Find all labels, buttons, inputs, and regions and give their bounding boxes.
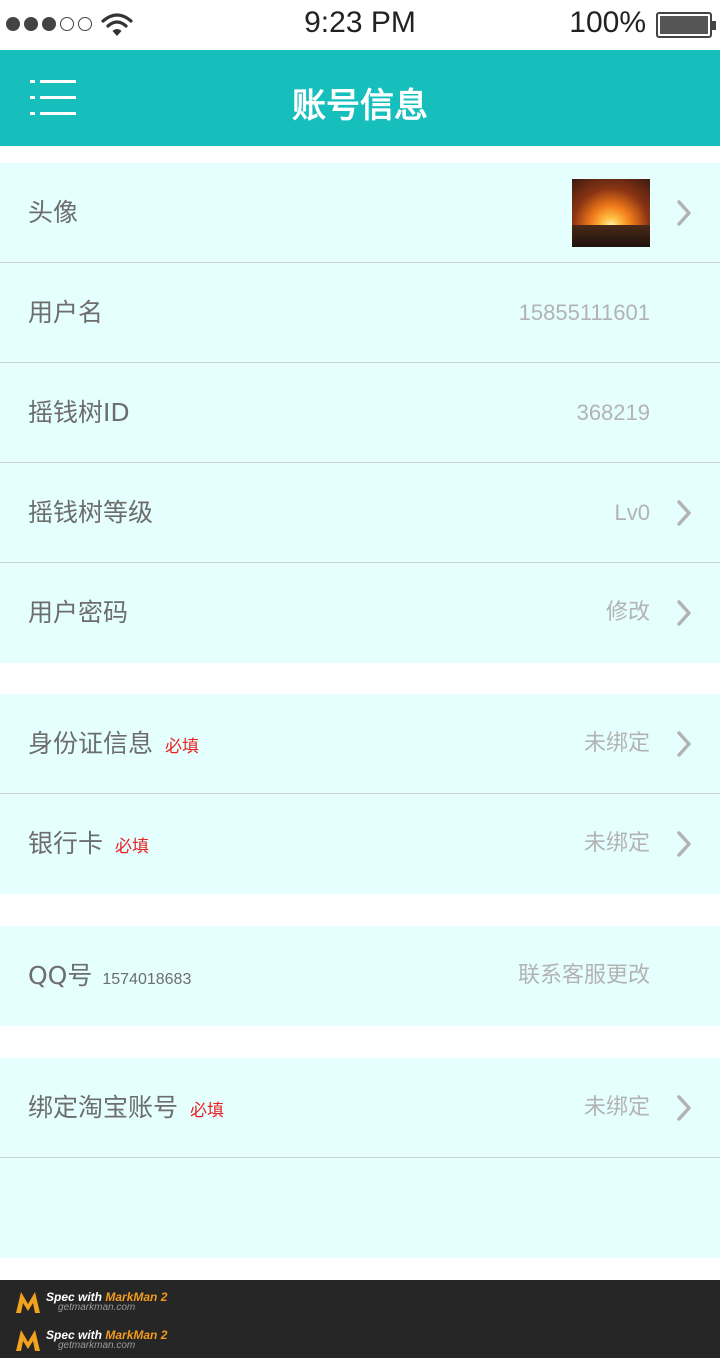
page-title: 账号信息 [292, 86, 428, 126]
markman-logo-icon [16, 1292, 40, 1313]
avatar [572, 179, 650, 247]
tree-id-value: 368219 [576, 400, 650, 425]
qq-number: 1574018683 [102, 971, 192, 988]
markman-footer: Spec with MarkMan 2 getmarkman.com Spec … [0, 1280, 720, 1358]
tree-level-label: 摇钱树等级 [28, 498, 154, 527]
battery-icon [656, 12, 716, 38]
tree-id-label: 摇钱树ID [28, 398, 130, 427]
required-tag: 必填 [190, 1101, 225, 1121]
verification-section: 身份证信息 必填 未绑定 银行卡 必填 未绑定 [0, 694, 720, 894]
taobao-section: 绑定淘宝账号 必填 未绑定 [0, 1058, 720, 1258]
nav-header: 账号信息 [0, 50, 720, 146]
qq-label: QQ号 1574018683 [28, 961, 192, 990]
chevron-right-icon [677, 500, 691, 526]
markman-credit: Spec with MarkMan 2 getmarkman.com [14, 1288, 167, 1316]
id-info-row[interactable]: 身份证信息 必填 未绑定 [0, 694, 720, 794]
password-action: 修改 [605, 600, 650, 625]
required-tag: 必填 [115, 837, 150, 857]
avatar-row[interactable]: 头像 [0, 163, 720, 263]
chevron-right-icon [677, 600, 691, 626]
tree-level-value: Lv0 [614, 500, 650, 525]
taobao-status: 未绑定 [583, 1095, 650, 1120]
tree-level-row[interactable]: 摇钱树等级 Lv0 [0, 463, 720, 563]
qq-note: 联系客服更改 [517, 963, 650, 988]
id-info-status: 未绑定 [583, 731, 650, 756]
bank-card-status: 未绑定 [583, 831, 650, 856]
username-row: 用户名 15855111601 [0, 263, 720, 363]
markman-logo-icon [16, 1330, 40, 1351]
empty-row [0, 1158, 720, 1258]
chevron-right-icon [677, 831, 691, 857]
markman-credit: Spec with MarkMan 2 getmarkman.com [14, 1326, 167, 1354]
tree-id-row: 摇钱树ID 368219 [0, 363, 720, 463]
id-info-label: 身份证信息 必填 [28, 729, 200, 758]
username-value: 15855111601 [518, 300, 650, 325]
bank-card-row[interactable]: 银行卡 必填 未绑定 [0, 794, 720, 894]
required-tag: 必填 [165, 737, 200, 757]
status-bar: 9:23 PM 100% [0, 0, 720, 50]
qq-section: QQ号 1574018683 联系客服更改 [0, 926, 720, 1026]
taobao-row[interactable]: 绑定淘宝账号 必填 未绑定 [0, 1058, 720, 1158]
avatar-label: 头像 [28, 198, 79, 227]
account-section: 头像 用户名 15855111601 摇钱树ID 368219 摇钱树等级 Lv… [0, 163, 720, 663]
chevron-right-icon [677, 1095, 691, 1121]
chevron-right-icon [677, 731, 691, 757]
taobao-label: 绑定淘宝账号 必填 [28, 1093, 225, 1122]
bank-card-label: 银行卡 必填 [28, 829, 150, 858]
battery-percent: 100% [569, 6, 646, 39]
password-row[interactable]: 用户密码 修改 [0, 563, 720, 663]
username-label: 用户名 [28, 298, 104, 327]
chevron-right-icon [677, 200, 691, 226]
password-label: 用户密码 [28, 598, 129, 627]
qq-row: QQ号 1574018683 联系客服更改 [0, 926, 720, 1026]
